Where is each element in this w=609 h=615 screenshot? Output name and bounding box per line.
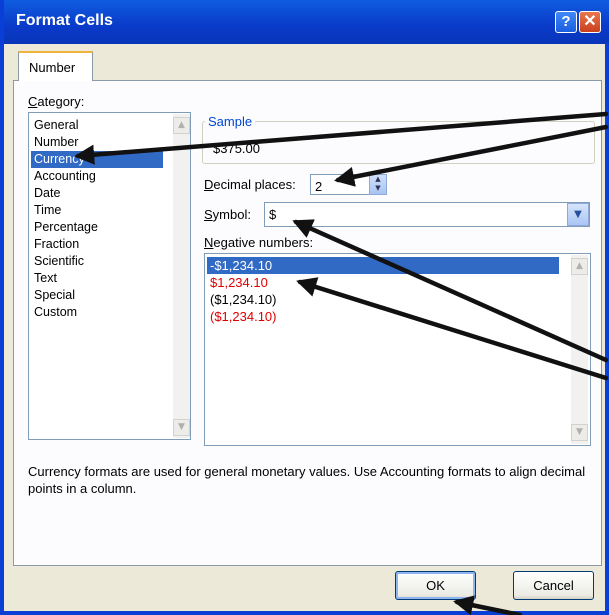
format-cells-dialog: Format Cells ? ✕ Number Category: Genera… xyxy=(0,0,609,615)
list-item[interactable]: General xyxy=(31,117,163,134)
scroll-up-icon[interactable]: ▲ xyxy=(173,117,190,134)
spin-down-icon[interactable]: ▼ xyxy=(370,184,386,193)
close-icon[interactable]: ✕ xyxy=(579,11,601,33)
ok-button[interactable]: OK xyxy=(395,571,476,600)
list-item[interactable]: Percentage xyxy=(31,219,163,236)
list-item[interactable]: Text xyxy=(31,270,163,287)
negative-numbers-scrollbar[interactable]: ▲ ▼ xyxy=(571,255,588,444)
list-item[interactable]: ($1,234.10) xyxy=(207,291,559,308)
dialog-title: Format Cells xyxy=(16,12,113,29)
category-scrollbar[interactable]: ▲ ▼ xyxy=(173,114,190,438)
category-label: Category: xyxy=(28,94,85,109)
tab-number[interactable]: Number xyxy=(18,51,93,81)
list-item[interactable]: Number xyxy=(31,134,163,151)
cancel-button[interactable]: Cancel xyxy=(513,571,594,600)
list-item[interactable]: Special xyxy=(31,287,163,304)
help-icon[interactable]: ? xyxy=(555,11,577,33)
category-list[interactable]: General Number Currency Accounting Date … xyxy=(28,112,191,440)
chevron-down-icon[interactable]: ▼ xyxy=(567,203,589,226)
sample-group xyxy=(202,121,595,164)
symbol-combobox[interactable]: $ xyxy=(264,202,590,227)
list-item-selected[interactable]: Currency xyxy=(31,151,163,168)
list-item-selected[interactable]: -$1,234.10 xyxy=(207,257,559,274)
negative-numbers-label: Negative numbers: xyxy=(204,235,314,250)
list-item[interactable]: Time xyxy=(31,202,163,219)
symbol-label: Symbol: xyxy=(204,207,251,222)
sample-title: Sample xyxy=(205,114,256,129)
list-item[interactable]: Scientific xyxy=(31,253,163,270)
title-bar[interactable]: Format Cells ? ✕ xyxy=(4,0,609,44)
list-item[interactable]: $1,234.10 xyxy=(207,274,559,291)
decimal-places-input[interactable]: 2 xyxy=(310,174,370,195)
scroll-down-icon[interactable]: ▼ xyxy=(173,419,190,436)
list-item[interactable]: Date xyxy=(31,185,163,202)
list-item[interactable]: Accounting xyxy=(31,168,163,185)
scroll-up-icon[interactable]: ▲ xyxy=(571,258,588,275)
negative-numbers-list[interactable]: -$1,234.10 $1,234.10 ($1,234.10) ($1,234… xyxy=(204,253,591,446)
format-description: Currency formats are used for general mo… xyxy=(28,464,586,496)
decimal-places-spinner[interactable]: ▲ ▼ xyxy=(369,174,387,195)
list-item[interactable]: Custom xyxy=(31,304,163,321)
sample-value: $375.00 xyxy=(213,141,260,156)
list-item[interactable]: Fraction xyxy=(31,236,163,253)
scroll-down-icon[interactable]: ▼ xyxy=(571,424,588,441)
list-item[interactable]: ($1,234.10) xyxy=(207,308,559,325)
decimal-places-label: Decimal places: xyxy=(204,177,296,192)
spin-up-icon[interactable]: ▲ xyxy=(370,175,386,184)
